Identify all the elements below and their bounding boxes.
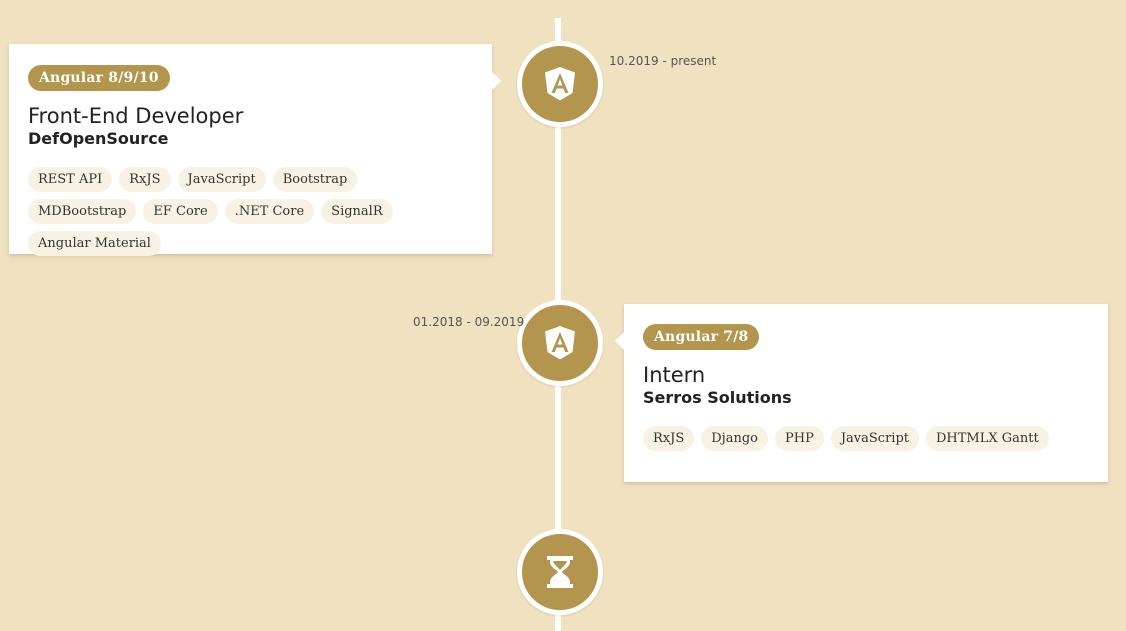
skill-tags: RxJS Django PHP JavaScript DHTMLX Gantt bbox=[643, 426, 1089, 458]
card-arrow bbox=[615, 332, 624, 350]
skill-tag: DHTMLX Gantt bbox=[926, 426, 1049, 451]
tech-badge: Angular 7/8 bbox=[643, 324, 760, 350]
timeline-node-1 bbox=[517, 41, 603, 127]
job-title: Front-End Developer bbox=[28, 104, 244, 128]
angular-icon bbox=[545, 67, 575, 101]
angular-icon bbox=[545, 326, 575, 360]
skill-tag: MDBootstrap bbox=[28, 199, 137, 224]
date-range: 10.2019 - present bbox=[609, 54, 717, 68]
timeline-node-2 bbox=[517, 300, 603, 386]
skill-tag: EF Core bbox=[143, 199, 218, 224]
skill-tag: RxJS bbox=[643, 426, 695, 451]
skill-tag: JavaScript bbox=[177, 167, 266, 192]
job-title: Intern bbox=[643, 363, 706, 387]
skill-tag: JavaScript bbox=[830, 426, 919, 451]
skill-tag: Angular Material bbox=[28, 231, 161, 256]
date-range: 01.2018 - 09.2019 bbox=[413, 315, 525, 329]
tech-badge: Angular 8/9/10 bbox=[28, 65, 170, 91]
timeline-card-2: Angular 7/8 Intern Serros Solutions RxJS… bbox=[615, 304, 1108, 482]
timeline-end-node bbox=[517, 529, 603, 615]
card-arrow bbox=[492, 72, 501, 90]
skill-tag: SignalR bbox=[321, 199, 393, 224]
skill-tag: PHP bbox=[774, 426, 824, 451]
skill-tag: RxJS bbox=[119, 167, 171, 192]
timeline-card-1: Angular 8/9/10 Front-End Developer DefOp… bbox=[9, 44, 501, 256]
skill-tag: Bootstrap bbox=[272, 167, 358, 192]
hourglass-icon bbox=[547, 556, 573, 588]
company-name: DefOpenSource bbox=[28, 129, 169, 148]
skill-tag: REST API bbox=[28, 167, 113, 192]
company-name: Serros Solutions bbox=[643, 388, 792, 407]
skill-tag: Django bbox=[701, 426, 768, 451]
skill-tags: REST API RxJS JavaScript Bootstrap MDBoo… bbox=[28, 167, 473, 263]
skill-tag: .NET Core bbox=[224, 199, 315, 224]
